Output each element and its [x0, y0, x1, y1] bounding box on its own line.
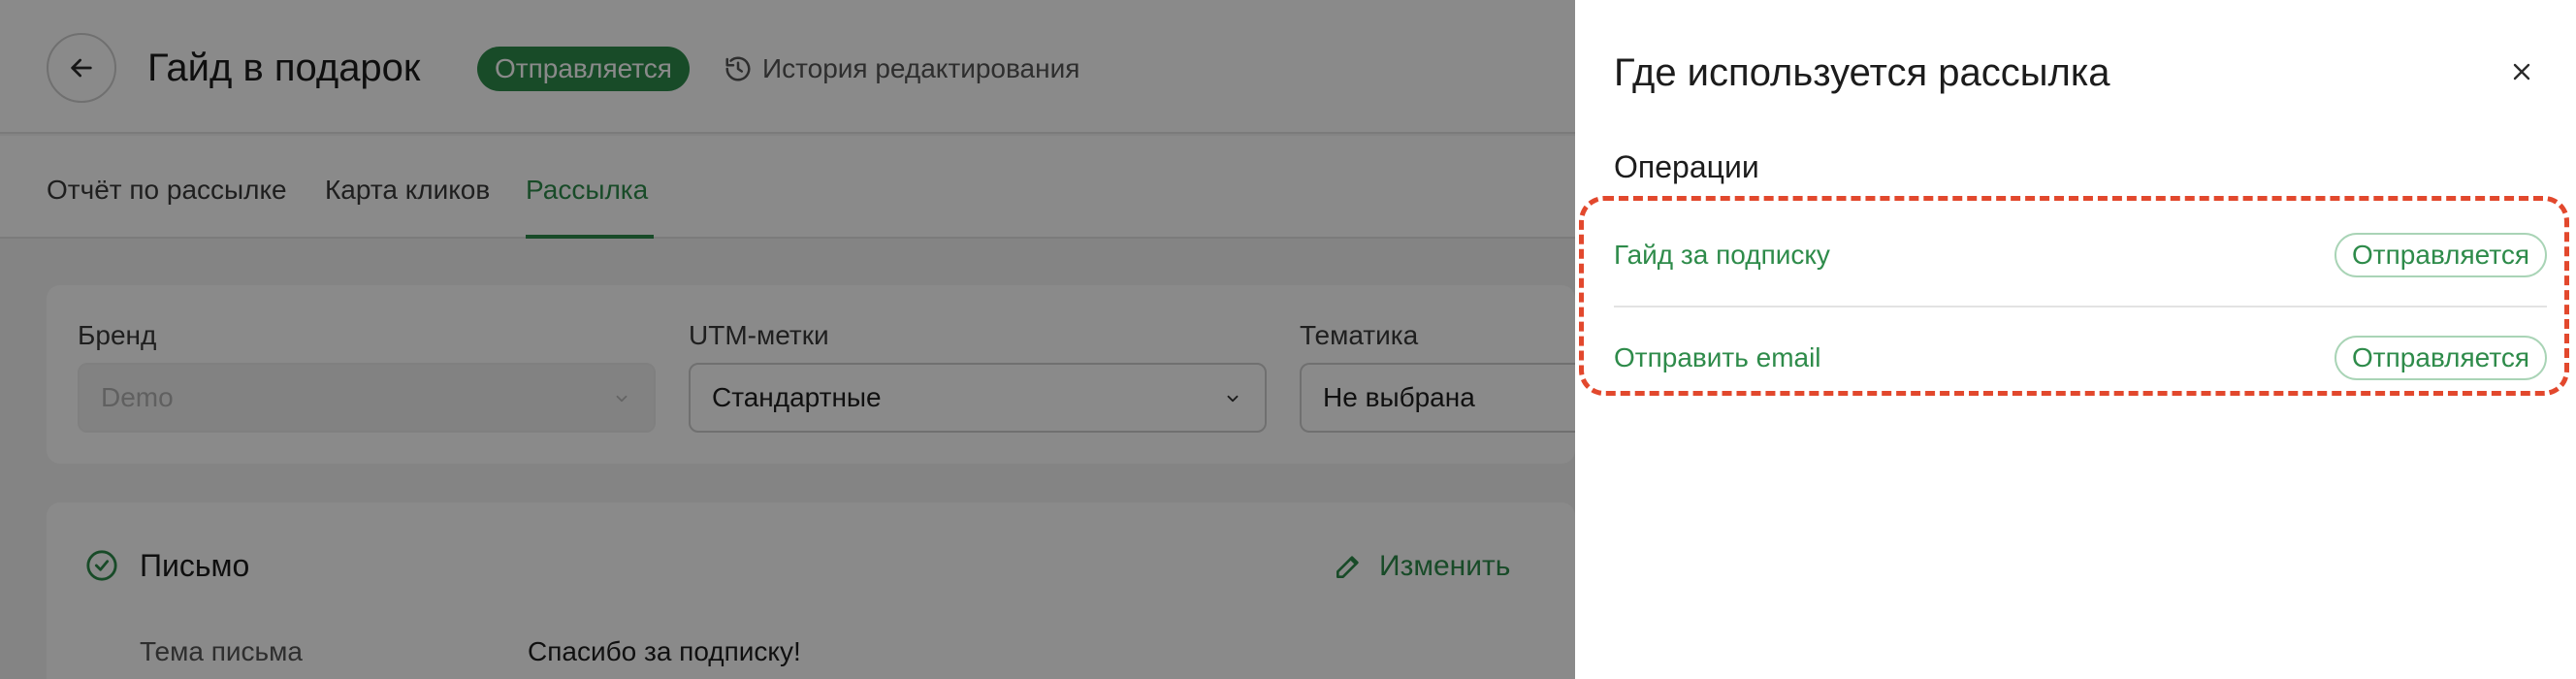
operations-section-title: Операции [1614, 149, 1759, 184]
modal-backdrop[interactable] [0, 0, 1575, 679]
list-item: Отправить email Отправляется [1614, 306, 2547, 407]
usage-drawer: Где используется рассылка Операции Гайд … [1575, 0, 2576, 679]
operations-list: Гайд за подписку Отправляется Отправить … [1614, 204, 2547, 407]
operation-link[interactable]: Отправить email [1614, 339, 1821, 377]
close-button[interactable] [2504, 54, 2539, 89]
drawer-title: Где используется рассылка [1614, 51, 2110, 94]
status-badge: Отправляется [2334, 232, 2547, 277]
list-item: Гайд за подписку Отправляется [1614, 204, 2547, 306]
status-badge: Отправляется [2334, 335, 2547, 380]
close-icon [2513, 63, 2530, 81]
operation-link[interactable]: Гайд за подписку [1614, 236, 1830, 275]
